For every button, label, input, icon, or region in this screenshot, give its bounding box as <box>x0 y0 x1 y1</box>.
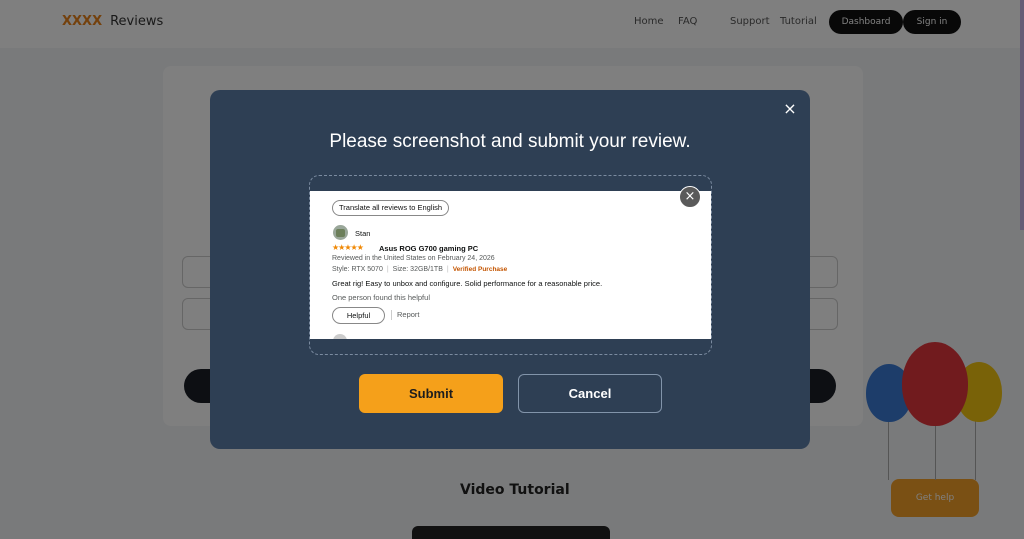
reviewer-name: Stan <box>355 229 371 238</box>
helpful-count: One person found this helpful <box>332 293 430 302</box>
modal-title: Please screenshot and submit your review… <box>329 131 691 152</box>
review-meta: Style: RTX 5070 | Size: 32GB/1TB | Verified … <box>332 266 508 273</box>
report-link[interactable]: Report <box>397 310 420 319</box>
helpful-button[interactable]: Helpful <box>332 307 385 324</box>
review-style: Style: RTX 5070 <box>332 266 383 273</box>
translate-reviews-button[interactable]: Translate all reviews to English <box>332 200 450 216</box>
close-icon[interactable]: × <box>782 101 798 117</box>
submit-button[interactable]: Submit <box>359 374 503 413</box>
divider <box>391 310 392 320</box>
next-review-avatar <box>333 334 347 339</box>
review-size: Size: 32GB/1TB <box>392 266 443 273</box>
review-date: Reviewed in the United States on Februar… <box>332 255 495 262</box>
avatar <box>333 225 348 240</box>
star-rating-icon: ★★★★★ <box>332 243 364 252</box>
remove-screenshot-close-icon[interactable]: × <box>679 186 701 208</box>
review-body: Great rig! Easy to unbox and configure. … <box>332 279 603 288</box>
review-screenshot-preview: Translate all reviews to English Stan ★★… <box>310 191 711 339</box>
verified-purchase-badge: Verified Purchase <box>452 266 508 273</box>
review-title: Asus ROG G700 gaming PC <box>379 244 479 253</box>
cancel-button[interactable]: Cancel <box>518 374 662 413</box>
